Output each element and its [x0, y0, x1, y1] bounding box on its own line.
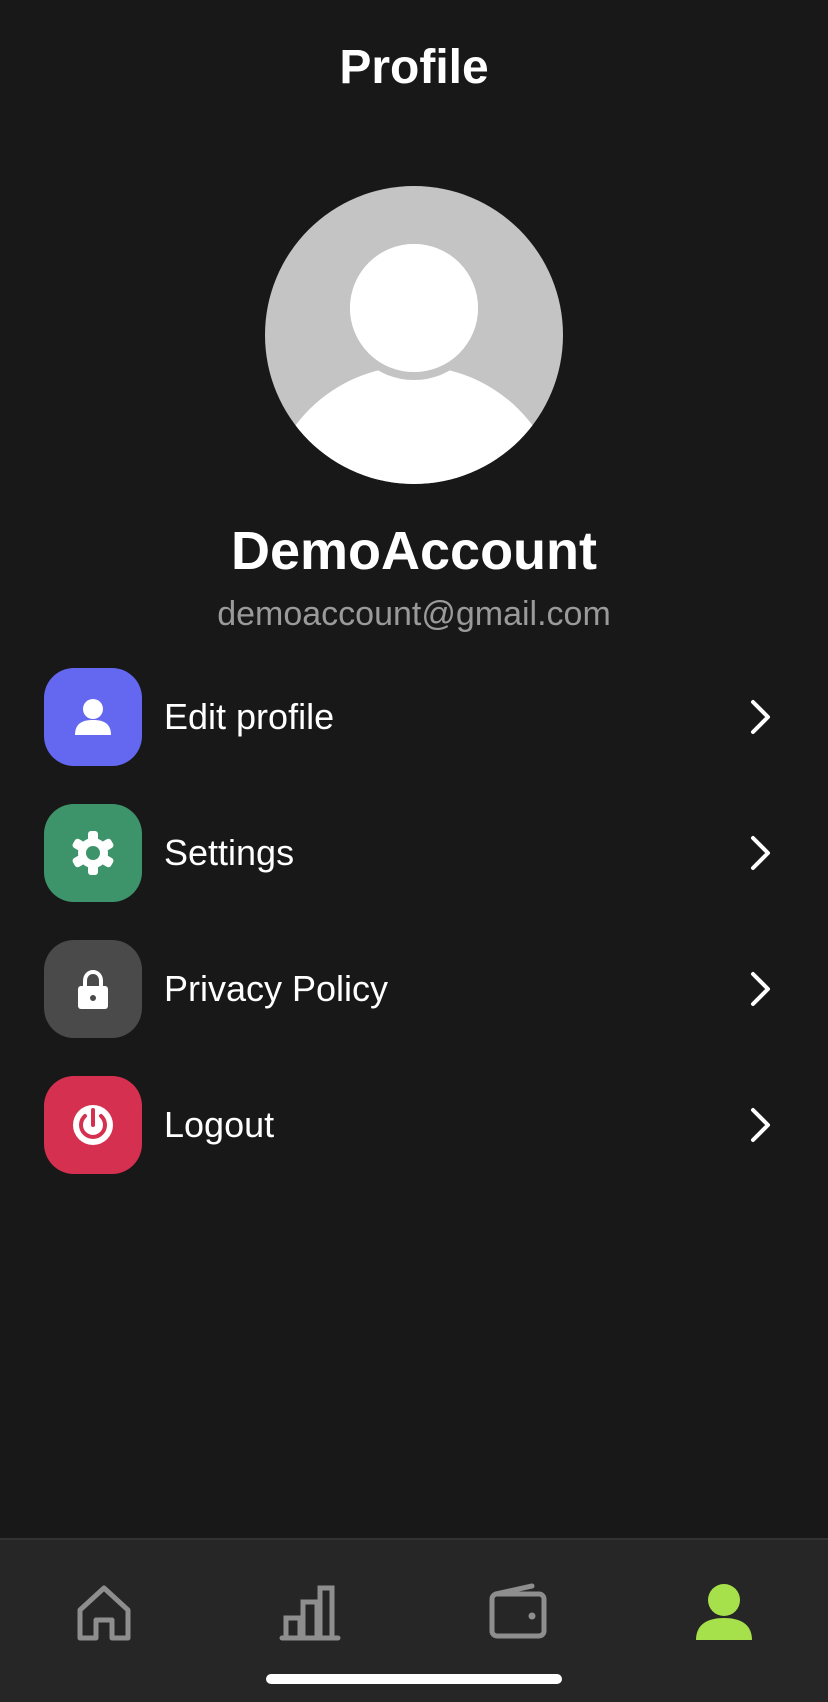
avatar[interactable] — [265, 186, 563, 484]
person-icon — [75, 699, 111, 735]
tab-statistics[interactable] — [278, 1580, 342, 1644]
menu-item-privacy-policy[interactable]: Privacy Policy — [0, 940, 828, 1038]
chevron-right-icon — [740, 969, 780, 1009]
profile-name: DemoAccount — [230, 521, 598, 581]
profile-menu: Edit profile Settings Privacy Policy Log… — [0, 668, 828, 1212]
settings-icon-box — [44, 804, 142, 902]
logout-icon-box — [44, 1076, 142, 1174]
power-icon — [73, 1105, 113, 1145]
lock-icon — [78, 969, 108, 1009]
chevron-right-icon — [740, 833, 780, 873]
tab-home[interactable] — [72, 1580, 136, 1644]
home-icon — [77, 1585, 131, 1641]
menu-item-label: Settings — [164, 832, 295, 873]
gear-icon — [72, 831, 114, 875]
menu-item-edit-profile[interactable]: Edit profile — [0, 668, 828, 766]
privacy-policy-icon-box — [44, 940, 142, 1038]
home-indicator — [266, 1674, 562, 1684]
chevron-right-icon — [740, 697, 780, 737]
tab-wallet[interactable] — [486, 1580, 550, 1644]
wallet-icon — [489, 1583, 547, 1639]
edit-profile-icon-box — [44, 668, 142, 766]
default-user-avatar-icon — [269, 236, 559, 484]
bar-chart-icon — [279, 1585, 341, 1641]
menu-item-logout[interactable]: Logout — [0, 1076, 828, 1174]
menu-item-label: Edit profile — [164, 696, 335, 737]
profile-icon — [696, 1584, 752, 1640]
tab-profile[interactable] — [692, 1580, 756, 1644]
menu-item-label: Privacy Policy — [164, 968, 389, 1009]
page-title: Profile — [339, 41, 489, 94]
menu-item-settings[interactable]: Settings — [0, 804, 828, 902]
profile-email: demoaccount@gmail.com — [217, 595, 611, 633]
chevron-right-icon — [740, 1105, 780, 1145]
menu-item-label: Logout — [164, 1104, 275, 1145]
